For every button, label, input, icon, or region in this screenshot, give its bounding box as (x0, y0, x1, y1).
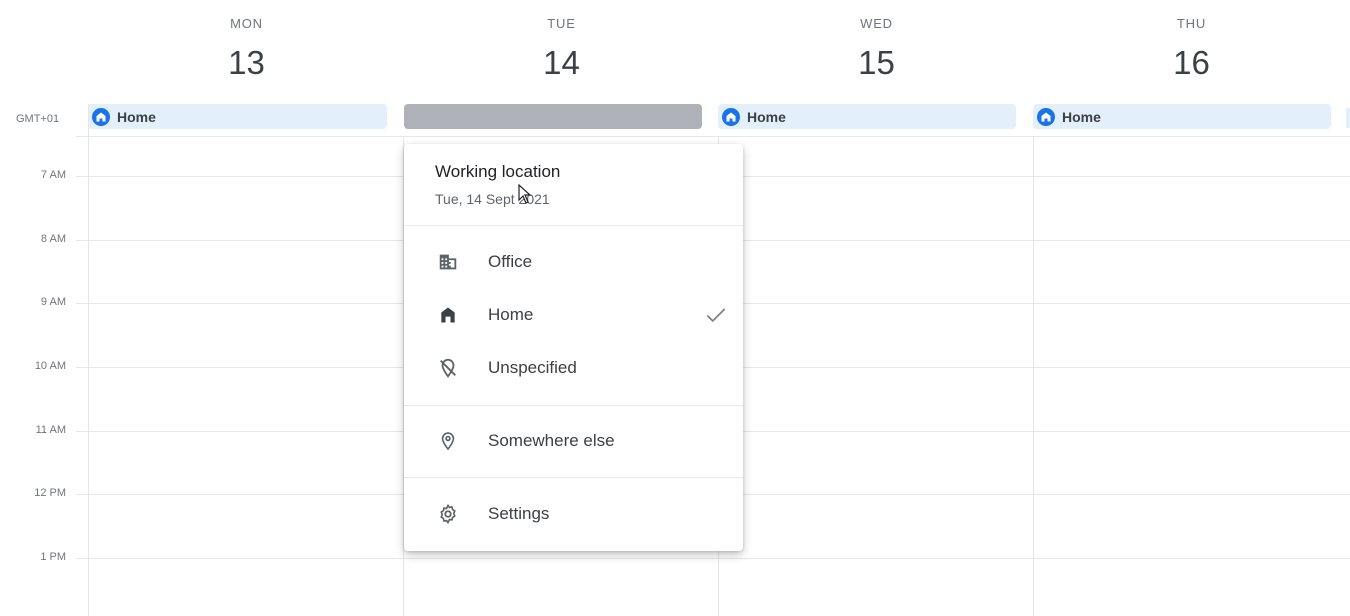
menu-title: Working location (435, 162, 561, 181)
column-divider (88, 104, 89, 616)
chip-label: Home (1062, 108, 1101, 125)
office-building-icon (436, 250, 460, 274)
menu-label: Settings (488, 504, 550, 523)
menu-label: Office (488, 252, 533, 271)
day-number[interactable]: 15 (719, 44, 1034, 82)
hour-label: 7 AM (40, 169, 66, 181)
working-location-chip-thu[interactable]: Home (1033, 104, 1331, 129)
working-location-chip-mon[interactable]: Home (88, 104, 387, 129)
menu-label: Home (488, 305, 534, 324)
home-icon (436, 303, 460, 327)
day-name: THU (1176, 16, 1207, 31)
day-name: TUE (547, 16, 576, 31)
allday-divider (76, 136, 1350, 137)
day-name: MON (230, 16, 263, 31)
gear-icon (436, 502, 460, 526)
day-name: WED (860, 16, 893, 31)
divider (404, 225, 743, 226)
menu-date: Tue, 14 Sept 2021 (435, 191, 550, 207)
divider (404, 477, 743, 478)
divider (404, 405, 743, 406)
working-location-menu: Working location Tue, 14 Sept 2021 Offic… (404, 144, 743, 551)
menu-item-office[interactable]: Office (404, 238, 743, 286)
mouse-cursor-icon (518, 184, 532, 204)
working-location-chip-fri-partial[interactable] (1346, 108, 1350, 128)
menu-label: Unspecified (488, 358, 577, 377)
column-divider (1033, 136, 1034, 616)
menu-item-settings[interactable]: Settings (404, 490, 743, 538)
day-number[interactable]: 16 (1034, 44, 1349, 82)
hour-label: 12 PM (34, 487, 66, 499)
working-location-chip-tue-selected[interactable] (404, 104, 702, 129)
chip-label: Home (747, 108, 786, 125)
hour-label: 10 AM (34, 360, 66, 372)
home-icon (92, 107, 110, 126)
home-icon (1037, 107, 1055, 126)
hour-line (76, 558, 1350, 559)
location-pin-icon (436, 429, 460, 453)
day-number[interactable]: 13 (89, 44, 404, 82)
day-number[interactable]: 14 (404, 44, 719, 82)
menu-item-somewhere-else[interactable]: Somewhere else (404, 417, 743, 465)
menu-item-home[interactable]: Home (404, 291, 743, 339)
hour-label: 8 AM (40, 233, 66, 245)
working-location-chip-wed[interactable]: Home (718, 104, 1016, 129)
check-icon (706, 308, 726, 323)
timezone-label: GMT+01 (16, 113, 60, 125)
hour-label: 11 AM (35, 424, 66, 436)
hour-label: 9 AM (40, 296, 66, 308)
menu-item-unspecified[interactable]: Unspecified (404, 344, 743, 392)
location-off-icon (436, 356, 460, 380)
menu-label: Somewhere else (488, 431, 615, 450)
hour-label: 1 PM (40, 551, 66, 563)
chip-label: Home (117, 108, 156, 125)
home-icon (722, 107, 740, 126)
